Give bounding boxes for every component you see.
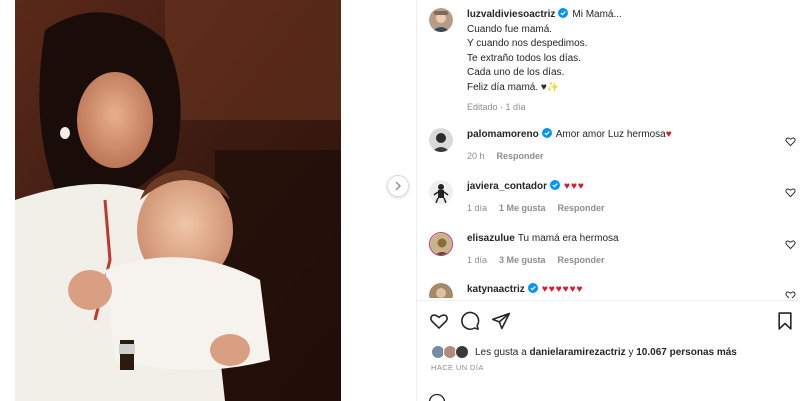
comment-heart-icon[interactable] bbox=[785, 290, 796, 298]
likes-prefix: Les gusta a bbox=[475, 346, 527, 358]
likes-first-user[interactable]: danielaramirezactriz bbox=[530, 347, 626, 358]
post-photo[interactable] bbox=[15, 0, 341, 401]
post-modal: luzvaldiviesoactriz Mi Mamá... Cuando fue… bbox=[0, 0, 800, 401]
comment-item: elisazulue Tu mamá era hermosa 1 día 3 Me… bbox=[429, 232, 789, 267]
comment-username[interactable]: javiera_contador bbox=[467, 181, 547, 192]
emoji-icon[interactable] bbox=[428, 393, 446, 401]
comment-text: Tu mamá era hermosa bbox=[517, 233, 619, 244]
liker-avatars bbox=[431, 345, 469, 359]
comment-heart-icon[interactable] bbox=[785, 136, 796, 147]
comment-hearts: ♥♥♥ bbox=[564, 181, 585, 192]
verified-badge-icon bbox=[558, 8, 569, 18]
comment-heart-icon[interactable] bbox=[785, 239, 796, 250]
comment-item: palomamoreno Amor amor Luz hermosa♥ 20 h … bbox=[429, 128, 789, 163]
chevron-right-icon bbox=[395, 181, 401, 191]
comment-likes[interactable]: 1 Me gusta bbox=[499, 201, 546, 216]
reply-button[interactable]: Responder bbox=[558, 201, 605, 216]
post-timestamp[interactable]: HACE UN DÍA bbox=[431, 363, 484, 372]
author-username[interactable]: luzvaldiviesoactriz bbox=[467, 9, 555, 20]
bookmark-icon[interactable] bbox=[775, 311, 795, 331]
commenter-avatar[interactable] bbox=[429, 180, 453, 204]
comment-username[interactable]: palomamoreno bbox=[467, 129, 539, 140]
comment-hearts: ♥ bbox=[665, 129, 673, 140]
caption-line: Y cuando nos despedimos. bbox=[467, 38, 588, 49]
comment-hearts: ♥♥♥♥♥♥ bbox=[541, 284, 584, 295]
verified-badge-icon bbox=[527, 283, 538, 293]
actions-divider bbox=[417, 300, 800, 301]
commenter-avatar[interactable] bbox=[429, 232, 453, 256]
comment-text: Amor amor Luz hermosa bbox=[555, 129, 666, 140]
vintage-photo-image bbox=[15, 0, 341, 401]
caption-line: Cada uno de los días. bbox=[467, 67, 565, 78]
reply-button[interactable]: Responder bbox=[558, 253, 605, 268]
commenter-avatar[interactable] bbox=[429, 283, 453, 298]
likes-others[interactable]: 10.067 personas más bbox=[636, 347, 737, 358]
heart-icon[interactable] bbox=[429, 311, 449, 331]
post-caption: luzvaldiviesoactriz Mi Mamá... Cuando fue… bbox=[429, 8, 789, 115]
author-avatar[interactable] bbox=[429, 8, 453, 32]
post-actions bbox=[429, 311, 795, 331]
verified-badge-icon bbox=[550, 180, 561, 190]
comment-likes[interactable]: 3 Me gusta bbox=[499, 253, 546, 268]
comment-username[interactable]: katynaactriz bbox=[467, 284, 525, 295]
comments-list[interactable]: luzvaldiviesoactriz Mi Mamá... Cuando fue… bbox=[417, 0, 800, 298]
comment-item: javiera_contador ♥♥♥ 1 día 1 Me gusta Res… bbox=[429, 180, 789, 215]
comment-time[interactable]: 1 día bbox=[467, 201, 487, 216]
caption-line: Cuando fue mamá. bbox=[467, 23, 553, 35]
likes-summary[interactable]: Les gusta a danielaramirezactriz y 10.06… bbox=[431, 345, 737, 359]
comment-item: katynaactriz ♥♥♥♥♥♥ bbox=[429, 283, 789, 298]
caption-line: Feliz día mamá. ♥✨ bbox=[467, 81, 560, 93]
comment-username[interactable]: elisazulue bbox=[467, 233, 515, 244]
comments-panel: luzvaldiviesoactriz Mi Mamá... Cuando fue… bbox=[417, 0, 800, 401]
edited-time: Editado · 1 día bbox=[467, 102, 526, 112]
comment-icon[interactable] bbox=[460, 311, 480, 331]
comment-heart-icon[interactable] bbox=[785, 187, 796, 198]
verified-badge-icon bbox=[541, 128, 552, 138]
likes-connector: y bbox=[628, 346, 634, 358]
reply-button[interactable]: Responder bbox=[497, 149, 544, 164]
next-photo-button[interactable] bbox=[387, 175, 409, 197]
commenter-avatar[interactable] bbox=[429, 128, 453, 152]
caption-line: Te extraño todos los días. bbox=[467, 52, 581, 64]
comment-time[interactable]: 20 h bbox=[467, 149, 485, 164]
share-icon[interactable] bbox=[491, 311, 511, 331]
caption-title: Mi Mamá... bbox=[572, 9, 622, 20]
comment-time[interactable]: 1 día bbox=[467, 253, 487, 268]
